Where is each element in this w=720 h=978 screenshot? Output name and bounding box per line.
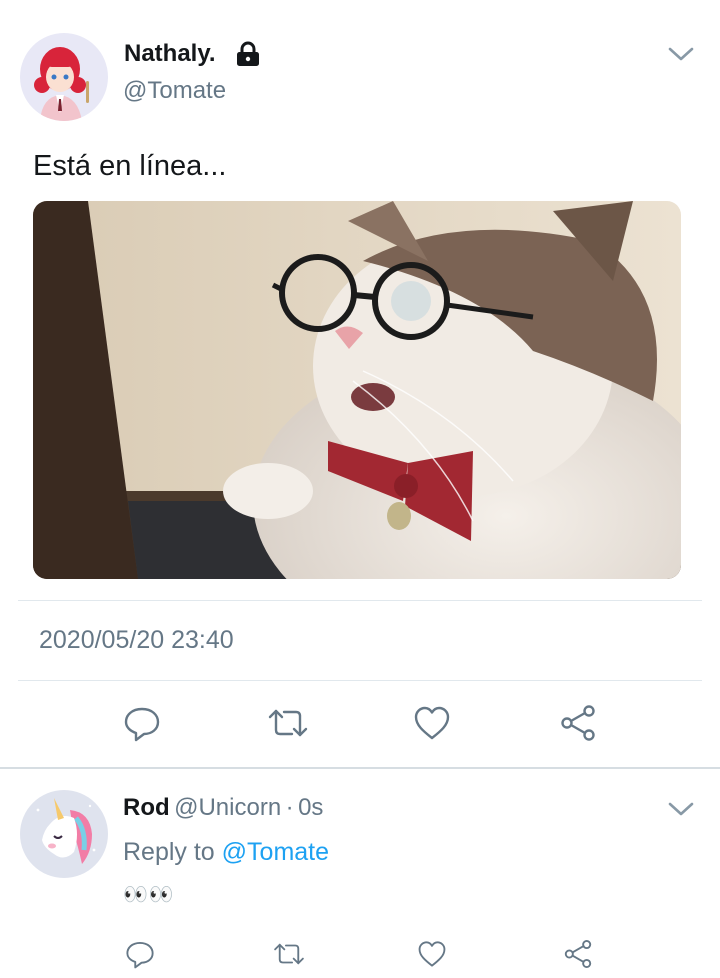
- section-divider: [0, 767, 720, 769]
- retweet-icon: [274, 943, 304, 965]
- like-button[interactable]: [408, 700, 456, 746]
- reply-avatar[interactable]: [20, 790, 108, 878]
- reply-reply-button[interactable]: [120, 936, 160, 972]
- handle[interactable]: @Tomate: [123, 77, 226, 105]
- reply-to-label: Reply to: [123, 838, 215, 866]
- reply-text: 👀👀: [123, 884, 175, 906]
- avatar[interactable]: [20, 33, 108, 121]
- reply-button[interactable]: [118, 700, 166, 746]
- reply-separator: ·: [285, 794, 294, 821]
- retweet-icon: [268, 709, 308, 737]
- reply-like-button[interactable]: [412, 936, 452, 972]
- reply-handle[interactable]: @Unicorn: [174, 794, 281, 821]
- like-icon: [414, 706, 450, 740]
- share-icon: [561, 705, 595, 741]
- share-icon: [564, 940, 592, 968]
- divider: [18, 600, 702, 601]
- reply-share-button[interactable]: [558, 936, 598, 972]
- display-name[interactable]: Nathaly.: [124, 40, 216, 68]
- divider: [18, 680, 702, 681]
- tweet-media[interactable]: [33, 201, 681, 579]
- share-button[interactable]: [554, 700, 602, 746]
- reply-display-name[interactable]: Rod: [123, 794, 170, 821]
- reply-to-mention[interactable]: @Tomate: [222, 838, 329, 866]
- reply-header: Rod @Unicorn · 0s: [123, 794, 323, 822]
- reply-time[interactable]: 0s: [298, 794, 323, 821]
- reply-icon: [126, 942, 154, 969]
- reply-chevron-down-icon[interactable]: [667, 800, 695, 818]
- tweet-text: Está en línea...: [33, 150, 227, 182]
- reply-to-line: Reply to @Tomate: [123, 838, 329, 867]
- retweet-button[interactable]: [262, 700, 314, 746]
- like-icon: [418, 941, 446, 967]
- lock-icon: [234, 40, 262, 68]
- chevron-down-icon[interactable]: [667, 45, 695, 63]
- reply-icon: [124, 707, 160, 742]
- timestamp[interactable]: 2020/05/20 23:40: [39, 626, 234, 655]
- reply-retweet-button[interactable]: [268, 936, 310, 972]
